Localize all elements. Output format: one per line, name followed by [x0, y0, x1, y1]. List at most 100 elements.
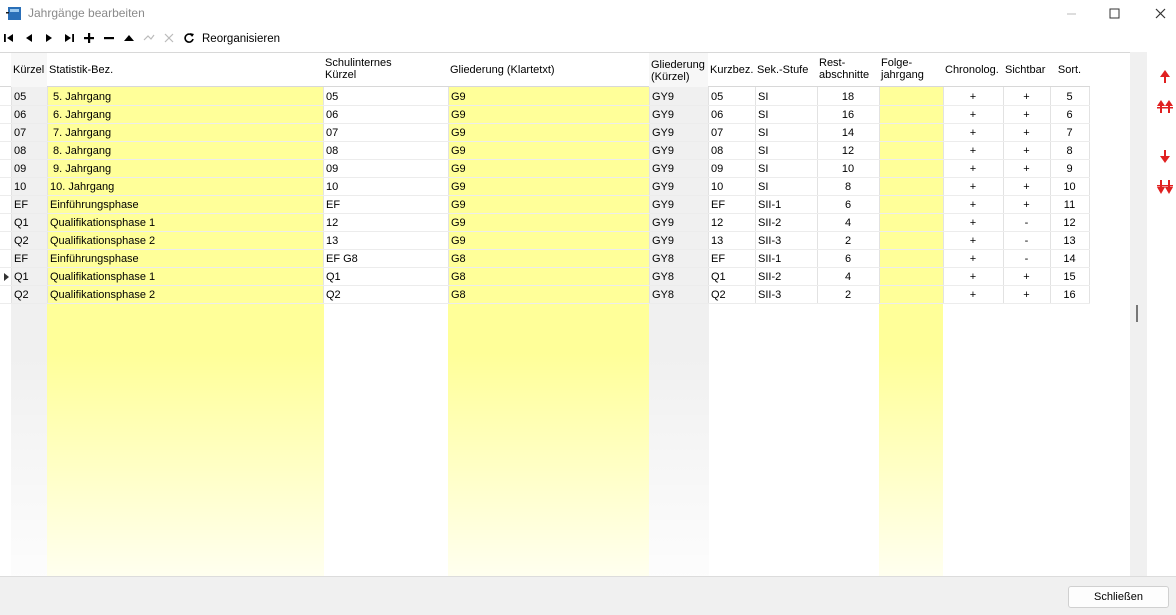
- cell-schulintern[interactable]: 05: [323, 88, 448, 106]
- cell-gliederung[interactable]: G8: [448, 268, 649, 286]
- cell-schulintern[interactable]: Q1: [323, 268, 448, 286]
- cell-kurzbez[interactable]: 05: [708, 88, 755, 106]
- cell-gliederung-kuerzel[interactable]: GY9: [649, 160, 708, 178]
- cell-sort[interactable]: 15: [1050, 268, 1089, 286]
- cell-sort[interactable]: 7: [1050, 124, 1089, 142]
- cell-statistik[interactable]: Qualifikationsphase 2: [47, 286, 323, 304]
- cell-gliederung[interactable]: G9: [448, 106, 649, 124]
- cell-statistik[interactable]: 9. Jahrgang: [47, 160, 323, 178]
- cell-kurzbez[interactable]: 09: [708, 160, 755, 178]
- cell-sichtbar[interactable]: +: [1003, 106, 1050, 124]
- cell-restabschnitte[interactable]: 6: [817, 196, 879, 214]
- cell-gliederung[interactable]: G9: [448, 142, 649, 160]
- cell-gliederung-kuerzel[interactable]: GY9: [649, 142, 708, 160]
- cell-sichtbar[interactable]: +: [1003, 286, 1050, 304]
- cell-kurzbez[interactable]: 13: [708, 232, 755, 250]
- last-record-button[interactable]: [60, 29, 78, 47]
- cell-folgejahrgang[interactable]: [879, 196, 943, 214]
- cell-sekstufe[interactable]: SI: [755, 178, 817, 196]
- cell-schulintern[interactable]: 06: [323, 106, 448, 124]
- cell-sekstufe[interactable]: SI: [755, 88, 817, 106]
- cell-restabschnitte[interactable]: 2: [817, 232, 879, 250]
- data-grid[interactable]: Kürzel Statistik-Bez. Schulinternes Kürze…: [0, 52, 1130, 576]
- cell-sort[interactable]: 5: [1050, 88, 1089, 106]
- cell-kuerzel[interactable]: Q1: [11, 268, 47, 286]
- cell-gliederung[interactable]: G9: [448, 232, 649, 250]
- table-row[interactable]: Q2 Qualifikationsphase 2 Q2 G8 GY8 Q2 SII-3 2 + +…: [0, 286, 1090, 304]
- cell-gliederung-kuerzel[interactable]: GY9: [649, 196, 708, 214]
- cell-gliederung[interactable]: G9: [448, 124, 649, 142]
- header-sekstufe[interactable]: Sek.-Stufe: [755, 53, 817, 87]
- cell-kuerzel[interactable]: 07: [11, 124, 47, 142]
- cell-folgejahrgang[interactable]: [879, 124, 943, 142]
- cell-folgejahrgang[interactable]: [879, 178, 943, 196]
- cell-kurzbez[interactable]: 08: [708, 142, 755, 160]
- cell-kurzbez[interactable]: 06: [708, 106, 755, 124]
- cell-schulintern[interactable]: 09: [323, 160, 448, 178]
- table-row[interactable]: 06 6. Jahrgang 06 G9 GY9 06 SI 16 + +6: [0, 106, 1090, 124]
- cell-chronolog[interactable]: +: [943, 232, 1003, 250]
- cell-sekstufe[interactable]: SII-3: [755, 232, 817, 250]
- cell-kurzbez[interactable]: Q1: [708, 268, 755, 286]
- first-record-button[interactable]: [0, 29, 18, 47]
- cell-gliederung-kuerzel[interactable]: GY8: [649, 268, 708, 286]
- header-schulintern[interactable]: Schulinternes Kürzel: [323, 53, 448, 87]
- cell-schulintern[interactable]: 13: [323, 232, 448, 250]
- reorganize-button[interactable]: Reorganisieren: [202, 33, 280, 45]
- cell-statistik[interactable]: Qualifikationsphase 1: [47, 214, 323, 232]
- cell-sekstufe[interactable]: SII-3: [755, 286, 817, 304]
- table-row[interactable]: EF Einführungsphase EF G9 GY9 EF SII-1 6 + +11: [0, 196, 1090, 214]
- cell-sekstufe[interactable]: SI: [755, 124, 817, 142]
- table-row[interactable]: Q2 Qualifikationsphase 2 13 G9 GY9 13 SII-3 2 + -…: [0, 232, 1090, 250]
- cell-kuerzel[interactable]: 08: [11, 142, 47, 160]
- next-record-button[interactable]: [40, 29, 58, 47]
- cell-sichtbar[interactable]: -: [1003, 232, 1050, 250]
- cell-kurzbez[interactable]: 10: [708, 178, 755, 196]
- cell-sichtbar[interactable]: +: [1003, 88, 1050, 106]
- cell-statistik[interactable]: Einführungsphase: [47, 196, 323, 214]
- cell-statistik[interactable]: 8. Jahrgang: [47, 142, 323, 160]
- cell-sichtbar[interactable]: +: [1003, 124, 1050, 142]
- cell-kuerzel[interactable]: 10: [11, 178, 47, 196]
- delete-record-button[interactable]: [100, 29, 118, 47]
- cell-sichtbar[interactable]: +: [1003, 268, 1050, 286]
- cell-kurzbez[interactable]: 12: [708, 214, 755, 232]
- cell-chronolog[interactable]: +: [943, 124, 1003, 142]
- cell-restabschnitte[interactable]: 2: [817, 286, 879, 304]
- cell-chronolog[interactable]: +: [943, 106, 1003, 124]
- close-button[interactable]: Schließen: [1068, 586, 1169, 608]
- cell-folgejahrgang[interactable]: [879, 160, 943, 178]
- cell-sekstufe[interactable]: SII-2: [755, 268, 817, 286]
- prior-record-button[interactable]: [20, 29, 38, 47]
- cell-gliederung-kuerzel[interactable]: GY9: [649, 124, 708, 142]
- cell-sort[interactable]: 13: [1050, 232, 1089, 250]
- maximize-button[interactable]: [1091, 0, 1137, 26]
- cell-chronolog[interactable]: +: [943, 214, 1003, 232]
- header-gliederung-kuerzel[interactable]: Gliederung (Kürzel): [649, 53, 708, 87]
- cell-statistik[interactable]: Qualifikationsphase 1: [47, 268, 323, 286]
- cell-statistik[interactable]: Einführungsphase: [47, 250, 323, 268]
- cancel-record-button[interactable]: [160, 29, 178, 47]
- cell-sekstufe[interactable]: SI: [755, 106, 817, 124]
- cell-gliederung[interactable]: G9: [448, 214, 649, 232]
- table-row[interactable]: 10 10. Jahrgang 10 G9 GY9 10 SI 8 + +10: [0, 178, 1090, 196]
- table-row[interactable]: 08 8. Jahrgang 08 G9 GY9 08 SI 12 + +8: [0, 142, 1090, 160]
- cell-kuerzel[interactable]: 06: [11, 106, 47, 124]
- cell-gliederung-kuerzel[interactable]: GY9: [649, 232, 708, 250]
- move-up-button[interactable]: [1157, 68, 1173, 86]
- cell-kurzbez[interactable]: 07: [708, 124, 755, 142]
- cell-kurzbez[interactable]: EF: [708, 250, 755, 268]
- cell-sichtbar[interactable]: +: [1003, 196, 1050, 214]
- cell-kurzbez[interactable]: Q2: [708, 286, 755, 304]
- cell-chronolog[interactable]: +: [943, 268, 1003, 286]
- post-record-button[interactable]: [140, 29, 158, 47]
- cell-schulintern[interactable]: Q2: [323, 286, 448, 304]
- cell-sichtbar[interactable]: -: [1003, 250, 1050, 268]
- cell-folgejahrgang[interactable]: [879, 286, 943, 304]
- cell-restabschnitte[interactable]: 12: [817, 142, 879, 160]
- cell-chronolog[interactable]: +: [943, 286, 1003, 304]
- cell-restabschnitte[interactable]: 18: [817, 88, 879, 106]
- cell-gliederung[interactable]: G8: [448, 250, 649, 268]
- cell-restabschnitte[interactable]: 6: [817, 250, 879, 268]
- cell-schulintern[interactable]: 10: [323, 178, 448, 196]
